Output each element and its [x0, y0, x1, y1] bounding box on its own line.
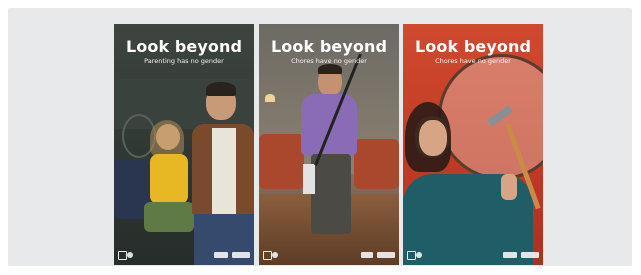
towel	[303, 164, 315, 194]
sponsor-logo-icon	[521, 252, 539, 258]
image-frame: Look beyond Parenting has no gender Look…	[8, 8, 632, 266]
sponsor-logo-icon	[232, 252, 250, 258]
girl-green-pants	[144, 202, 194, 232]
man-hair	[318, 64, 342, 74]
father-shirt	[212, 128, 236, 218]
poster-footer-logos	[118, 250, 250, 260]
girl-yellow-sweater	[150, 154, 188, 204]
sponsor-logo-icon	[377, 252, 395, 258]
poster-subtitle: Chores have no gender	[291, 57, 367, 65]
partner-logo-icon	[118, 250, 127, 260]
partner-logo-icon	[263, 250, 272, 260]
sponsor-logo-icon	[214, 252, 228, 258]
girl-hair	[150, 120, 184, 156]
poster-footer-logos	[263, 250, 395, 260]
poster-parenting: Look beyond Parenting has no gender	[114, 24, 254, 265]
orange-sofa-right	[354, 139, 399, 189]
poster-chores-vacuum: Look beyond Chores have no gender	[259, 24, 399, 265]
man-trousers	[311, 154, 351, 234]
poster-title: Look beyond	[414, 37, 532, 56]
father-hair	[206, 82, 236, 96]
poster-subtitle: Parenting has no gender	[144, 57, 224, 65]
poster-title: Look beyond	[270, 37, 388, 56]
poster-chores-hammer: Look beyond Chores have no gender	[403, 24, 543, 265]
un-women-logo-icon	[127, 252, 133, 258]
orange-sofa	[259, 134, 304, 189]
un-women-logo-icon	[416, 252, 422, 258]
lamp	[265, 94, 275, 102]
poster-footer-logos	[407, 250, 539, 260]
woman-face-front	[419, 120, 447, 156]
sponsor-logo-icon	[361, 252, 373, 258]
un-women-logo-icon	[272, 252, 278, 258]
sponsor-logo-icon	[503, 252, 517, 258]
poster-title: Look beyond	[125, 37, 243, 56]
partner-logo-icon	[407, 250, 416, 260]
poster-subtitle: Chores have no gender	[435, 57, 511, 65]
woman-hand	[501, 174, 517, 200]
